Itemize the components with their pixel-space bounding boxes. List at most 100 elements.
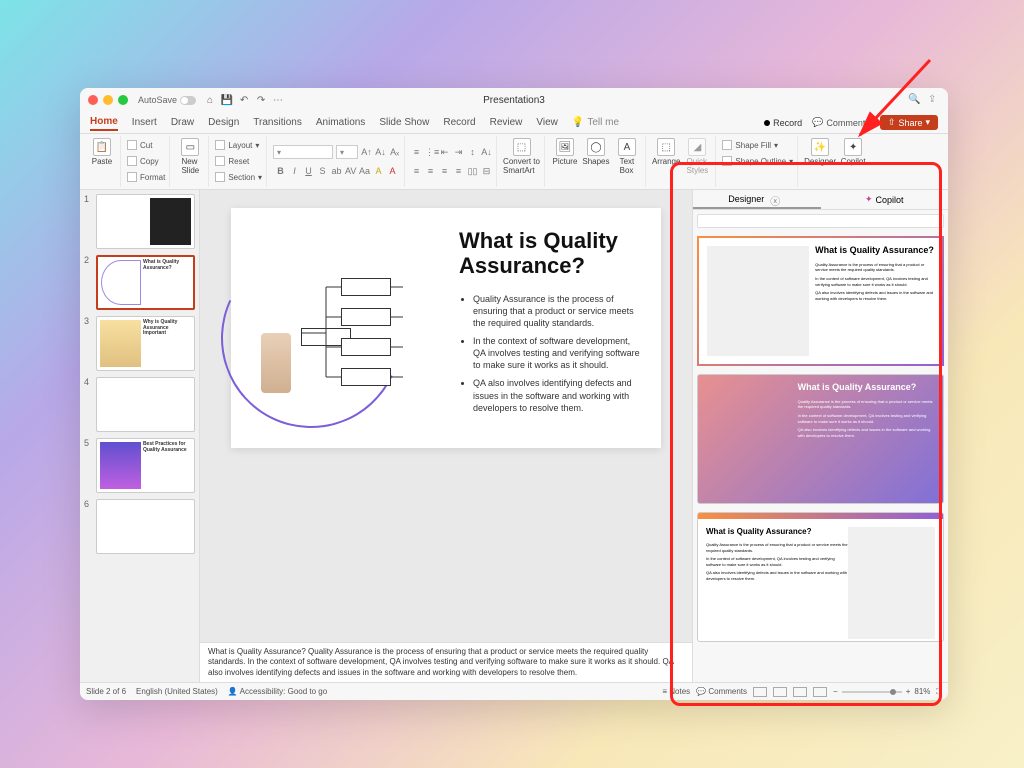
new-slide-button[interactable]: ▭New Slide <box>176 138 204 175</box>
decrease-font-icon[interactable]: A↓ <box>375 147 386 157</box>
decrease-indent-button[interactable]: ⇤ <box>439 147 450 158</box>
save-icon[interactable]: 💾 <box>221 94 233 106</box>
zoom-out-icon[interactable]: − <box>833 687 838 696</box>
normal-view-button[interactable] <box>753 687 767 697</box>
shape-fill-button[interactable]: Shape Fill ▾ <box>722 138 793 152</box>
bullets-button[interactable]: ≡ <box>411 147 422 157</box>
italic-button[interactable]: I <box>289 166 300 176</box>
comments-button[interactable]: 💬 Comments <box>812 117 870 128</box>
autosave-toggle[interactable]: AutoSave <box>138 95 196 105</box>
char-spacing-button[interactable]: AV <box>345 166 356 176</box>
font-size-select[interactable]: ▾ <box>336 145 358 159</box>
designer-ribbon-button[interactable]: ✨Designer <box>804 138 836 166</box>
tab-slideshow[interactable]: Slide Show <box>379 115 429 130</box>
align-text-button[interactable]: ⊟ <box>481 166 492 177</box>
underline-button[interactable]: U <box>303 166 314 176</box>
slide-bullets[interactable]: Quality Assurance is the process of ensu… <box>459 293 641 414</box>
shape-outline-button[interactable]: Shape Outline ▾ <box>722 154 793 168</box>
current-slide[interactable]: What is Quality Assurance? Quality Assur… <box>231 208 661 448</box>
tell-me[interactable]: 💡 Tell me <box>572 117 619 128</box>
search-icon[interactable]: 🔍 <box>908 94 920 106</box>
thumbnail-4[interactable]: 4The Role of QA in the Software Developm… <box>84 377 195 432</box>
align-left-button[interactable]: ≡ <box>411 166 422 176</box>
line-spacing-button[interactable]: ↕ <box>467 147 478 157</box>
undo-icon[interactable]: ↶ <box>238 94 250 106</box>
layout-button[interactable]: Layout ▾ <box>215 138 262 152</box>
slide-counter[interactable]: Slide 2 of 6 <box>86 687 126 696</box>
paste-button[interactable]: 📋Paste <box>88 138 116 166</box>
copy-button[interactable]: Copy <box>127 154 165 168</box>
close-window[interactable] <box>88 95 98 105</box>
slideshow-view-button[interactable] <box>813 687 827 697</box>
convert-smartart-button[interactable]: ⬚Convert to SmartArt <box>503 138 540 175</box>
notes-toggle[interactable]: ≡ Notes <box>662 687 690 696</box>
change-case-button[interactable]: Aa <box>359 166 370 176</box>
speaker-notes[interactable]: What is Quality Assurance? Quality Assur… <box>200 642 692 682</box>
thumbnail-2[interactable]: 2What is Quality Assurance? <box>84 255 195 310</box>
numbering-button[interactable]: ⋮≡ <box>425 147 436 158</box>
align-justify-button[interactable]: ≡ <box>453 166 464 176</box>
tab-insert[interactable]: Insert <box>132 115 157 130</box>
design-suggestion-1[interactable]: What is Quality Assurance?Quality Assura… <box>697 236 944 366</box>
redo-icon[interactable]: ↷ <box>255 94 267 106</box>
bullet-3: QA also involves identifying defects and… <box>473 377 641 413</box>
comments-toggle[interactable]: 💬 Comments <box>696 687 747 696</box>
format-painter-button[interactable]: Format <box>127 170 165 184</box>
slide-title[interactable]: What is Quality Assurance? <box>459 228 641 279</box>
textbox-button[interactable]: AText Box <box>613 138 641 175</box>
zoom-in-icon[interactable]: + <box>906 687 911 696</box>
share-button[interactable]: ⇧ Share ▾ <box>880 115 938 130</box>
home-icon[interactable]: ⌂ <box>204 94 216 106</box>
maximize-window[interactable] <box>118 95 128 105</box>
tab-animations[interactable]: Animations <box>316 115 365 130</box>
zoom-control[interactable]: − + 81% <box>833 687 930 696</box>
picture-button[interactable]: 🖼Picture <box>551 138 579 175</box>
increase-font-icon[interactable]: A↑ <box>361 147 372 157</box>
close-designer-icon[interactable]: ⓧ <box>770 193 782 205</box>
align-right-button[interactable]: ≡ <box>439 166 450 176</box>
reading-view-button[interactable] <box>793 687 807 697</box>
columns-button[interactable]: ▯▯ <box>467 166 478 177</box>
design-suggestion-2[interactable]: What is Quality Assurance?Quality Assura… <box>697 374 944 504</box>
tab-review[interactable]: Review <box>490 115 523 130</box>
highlight-button[interactable]: A <box>373 166 384 176</box>
tab-home[interactable]: Home <box>90 114 118 131</box>
section-button[interactable]: Section ▾ <box>215 170 262 184</box>
tab-design[interactable]: Design <box>208 115 239 130</box>
thumbnail-3[interactable]: 3Why is Quality Assurance Important <box>84 316 195 371</box>
cut-button[interactable]: Cut <box>127 138 165 152</box>
font-color-button[interactable]: A <box>387 166 398 176</box>
copilot-tab[interactable]: ✦Copilot <box>821 190 949 209</box>
thumbnail-6[interactable]: 6Conclusion <box>84 499 195 554</box>
tab-record[interactable]: Record <box>443 115 475 130</box>
record-button[interactable]: Record <box>764 118 802 128</box>
thumbnail-5[interactable]: 5Best Practices for Quality Assurance <box>84 438 195 493</box>
minimize-window[interactable] <box>103 95 113 105</box>
reset-button[interactable]: Reset <box>215 154 262 168</box>
bold-button[interactable]: B <box>275 166 286 176</box>
sorter-view-button[interactable] <box>773 687 787 697</box>
designer-search[interactable] <box>697 214 944 228</box>
increase-indent-button[interactable]: ⇥ <box>453 147 464 158</box>
tab-view[interactable]: View <box>536 115 558 130</box>
tab-transitions[interactable]: Transitions <box>253 115 302 130</box>
designer-tab[interactable]: Designerⓧ <box>693 190 821 209</box>
quick-styles-button[interactable]: ◢Quick Styles <box>683 138 711 175</box>
qat-more-icon[interactable]: ⋯ <box>272 94 284 106</box>
copilot-ribbon-button[interactable]: ✦Copilot <box>839 138 867 166</box>
design-suggestion-3[interactable]: What is Quality Assurance?Quality Assura… <box>697 512 944 642</box>
accessibility-status[interactable]: 👤 Accessibility: Good to go <box>228 687 327 696</box>
clear-formatting-icon[interactable]: Aₓ <box>389 147 400 157</box>
strikethrough-button[interactable]: S <box>317 166 328 176</box>
arrange-button[interactable]: ⬚Arrange <box>652 138 680 175</box>
text-direction-button[interactable]: A↓ <box>481 147 492 157</box>
fit-to-window-icon[interactable]: ⛶ <box>936 687 942 697</box>
share-icon[interactable]: ⇪ <box>928 94 940 106</box>
thumbnail-1[interactable]: 1WELCOME TO QUALITY ASSURANCE IN SOFTWAR… <box>84 194 195 249</box>
language-status[interactable]: English (United States) <box>136 687 218 696</box>
font-select[interactable]: ▾ <box>273 145 333 159</box>
align-center-button[interactable]: ≡ <box>425 166 436 176</box>
text-shadow-button[interactable]: ab <box>331 166 342 176</box>
shapes-button[interactable]: ◯Shapes <box>582 138 610 175</box>
tab-draw[interactable]: Draw <box>171 115 194 130</box>
